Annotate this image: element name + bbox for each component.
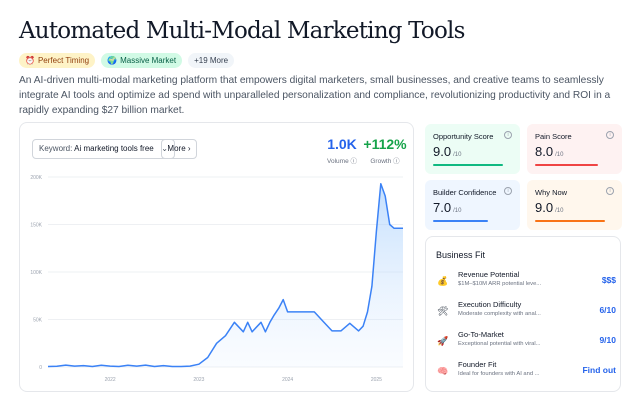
fit-value: 6/10: [599, 305, 616, 315]
y-tick-label: 100K: [30, 270, 42, 276]
fit-value: $$$: [601, 275, 616, 285]
fit-name: Execution Difficulty: [458, 300, 522, 309]
score-label: Opportunity Score: [433, 132, 494, 141]
info-icon[interactable]: ⓘ: [393, 158, 400, 165]
globe-icon: 🌍: [107, 56, 118, 65]
keyword-label: Keyword:: [39, 144, 73, 153]
score-max: /10: [555, 208, 564, 214]
score-value: 9.0: [535, 200, 554, 215]
y-tick-label: 0: [39, 365, 42, 371]
x-tick-label: 2022: [105, 377, 116, 383]
page-description: An AI-driven multi-modal marketing platf…: [19, 75, 611, 116]
score-bar: [433, 220, 488, 222]
fit-sub: Ideal for founders with AI and ...: [458, 371, 540, 377]
y-tick-label: 200K: [30, 175, 42, 181]
fit-row-revenue[interactable]: 💰 Revenue Potential $1M–$10M ARR potenti…: [436, 270, 616, 294]
tag-list: ⏰ Perfect Timing 🌍 Massive Market +19 Mo…: [19, 53, 235, 68]
info-icon[interactable]: ⓘ: [351, 158, 358, 165]
score-max: /10: [555, 152, 564, 158]
score-bar: [433, 164, 503, 166]
tag-label: Massive Market: [120, 56, 177, 65]
opportunity-score-card[interactable]: Opportunity Score i 9.0/10: [425, 124, 520, 174]
score-bar: [535, 220, 605, 222]
rocket-icon: 🚀: [437, 336, 449, 346]
fit-sub: $1M–$10M ARR potential leve...: [458, 281, 542, 287]
growth-value: +112%: [363, 136, 407, 152]
x-tick-label: 2024: [282, 377, 293, 383]
business-fit-card: Business Fit 💰 Revenue Potential $1M–$10…: [425, 236, 621, 392]
volume-metric: 1.0K Volume ⓘ: [322, 136, 362, 165]
fit-row-execution[interactable]: 🛠 Execution Difficulty Moderate complexi…: [436, 300, 616, 324]
volume-value: 1.0K: [327, 136, 357, 152]
tag-massive-market[interactable]: 🌍 Massive Market: [101, 53, 183, 68]
find-out-link[interactable]: Find out: [582, 365, 616, 375]
tag-label: Perfect Timing: [37, 56, 90, 65]
info-icon[interactable]: i: [606, 131, 614, 139]
score-value: 9.0: [433, 144, 452, 159]
score-label: Why Now: [535, 188, 568, 197]
score-label: Builder Confidence: [433, 188, 497, 197]
trend-chart: 0 50K 100K 150K 200K 2022 2023 2024 2025: [30, 175, 403, 383]
score-bar: [535, 164, 598, 166]
tag-label: +19 More: [194, 56, 229, 65]
x-tick-label: 2023: [193, 377, 204, 383]
y-tick-label: 150K: [30, 223, 42, 229]
growth-metric: +112% Growth ⓘ: [360, 136, 410, 165]
fit-name: Revenue Potential: [458, 270, 520, 279]
pain-score-card[interactable]: Pain Score i 8.0/10: [527, 124, 622, 174]
brain-icon: 🧠: [437, 366, 449, 376]
score-max: /10: [453, 208, 462, 214]
alarm-clock-icon: ⏰: [25, 56, 35, 65]
fit-row-founder[interactable]: 🧠 Founder Fit Ideal for founders with AI…: [436, 360, 616, 384]
fit-name: Go-To-Market: [458, 330, 504, 339]
tag-perfect-timing[interactable]: ⏰ Perfect Timing: [19, 53, 96, 68]
keyword-value: Ai marketing tools free: [74, 144, 154, 153]
keyword-dropdown[interactable]: Keyword: Ai marketing tools free ⌄: [32, 139, 175, 159]
y-tick-label: 50K: [33, 318, 43, 324]
fit-name: Founder Fit: [458, 360, 497, 369]
fit-sub: Exceptional potential with viral...: [458, 341, 541, 347]
more-label: More: [167, 144, 186, 153]
money-bag-icon: 💰: [437, 276, 449, 286]
growth-label: Growth: [370, 158, 392, 165]
tag-more[interactable]: +19 More: [188, 53, 235, 68]
tools-icon: 🛠: [437, 306, 449, 316]
fit-row-gtm[interactable]: 🚀 Go-To-Market Exceptional potential wit…: [436, 330, 616, 354]
page-title: Automated Multi-Modal Marketing Tools: [19, 18, 465, 44]
fit-value: 9/10: [599, 335, 616, 345]
fit-sub: Moderate complexity with anal...: [458, 311, 541, 317]
trend-area: [48, 183, 403, 367]
x-tick-label: 2025: [371, 377, 382, 383]
trend-card: Keyword: Ai marketing tools free ⌄ More …: [19, 122, 414, 392]
builder-confidence-card[interactable]: Builder Confidence i 7.0/10: [425, 180, 520, 230]
why-now-card[interactable]: Why Now i 9.0/10: [527, 180, 622, 230]
info-icon[interactable]: i: [606, 187, 614, 195]
business-fit-title: Business Fit: [436, 250, 486, 260]
chevron-right-icon: ›: [187, 144, 191, 153]
score-value: 8.0: [535, 144, 554, 159]
info-icon[interactable]: i: [504, 187, 512, 195]
volume-label: Volume: [327, 158, 349, 165]
more-button[interactable]: More ›: [161, 139, 197, 159]
score-label: Pain Score: [535, 132, 572, 141]
info-icon[interactable]: i: [504, 131, 512, 139]
score-max: /10: [453, 152, 462, 158]
score-value: 7.0: [433, 200, 452, 215]
